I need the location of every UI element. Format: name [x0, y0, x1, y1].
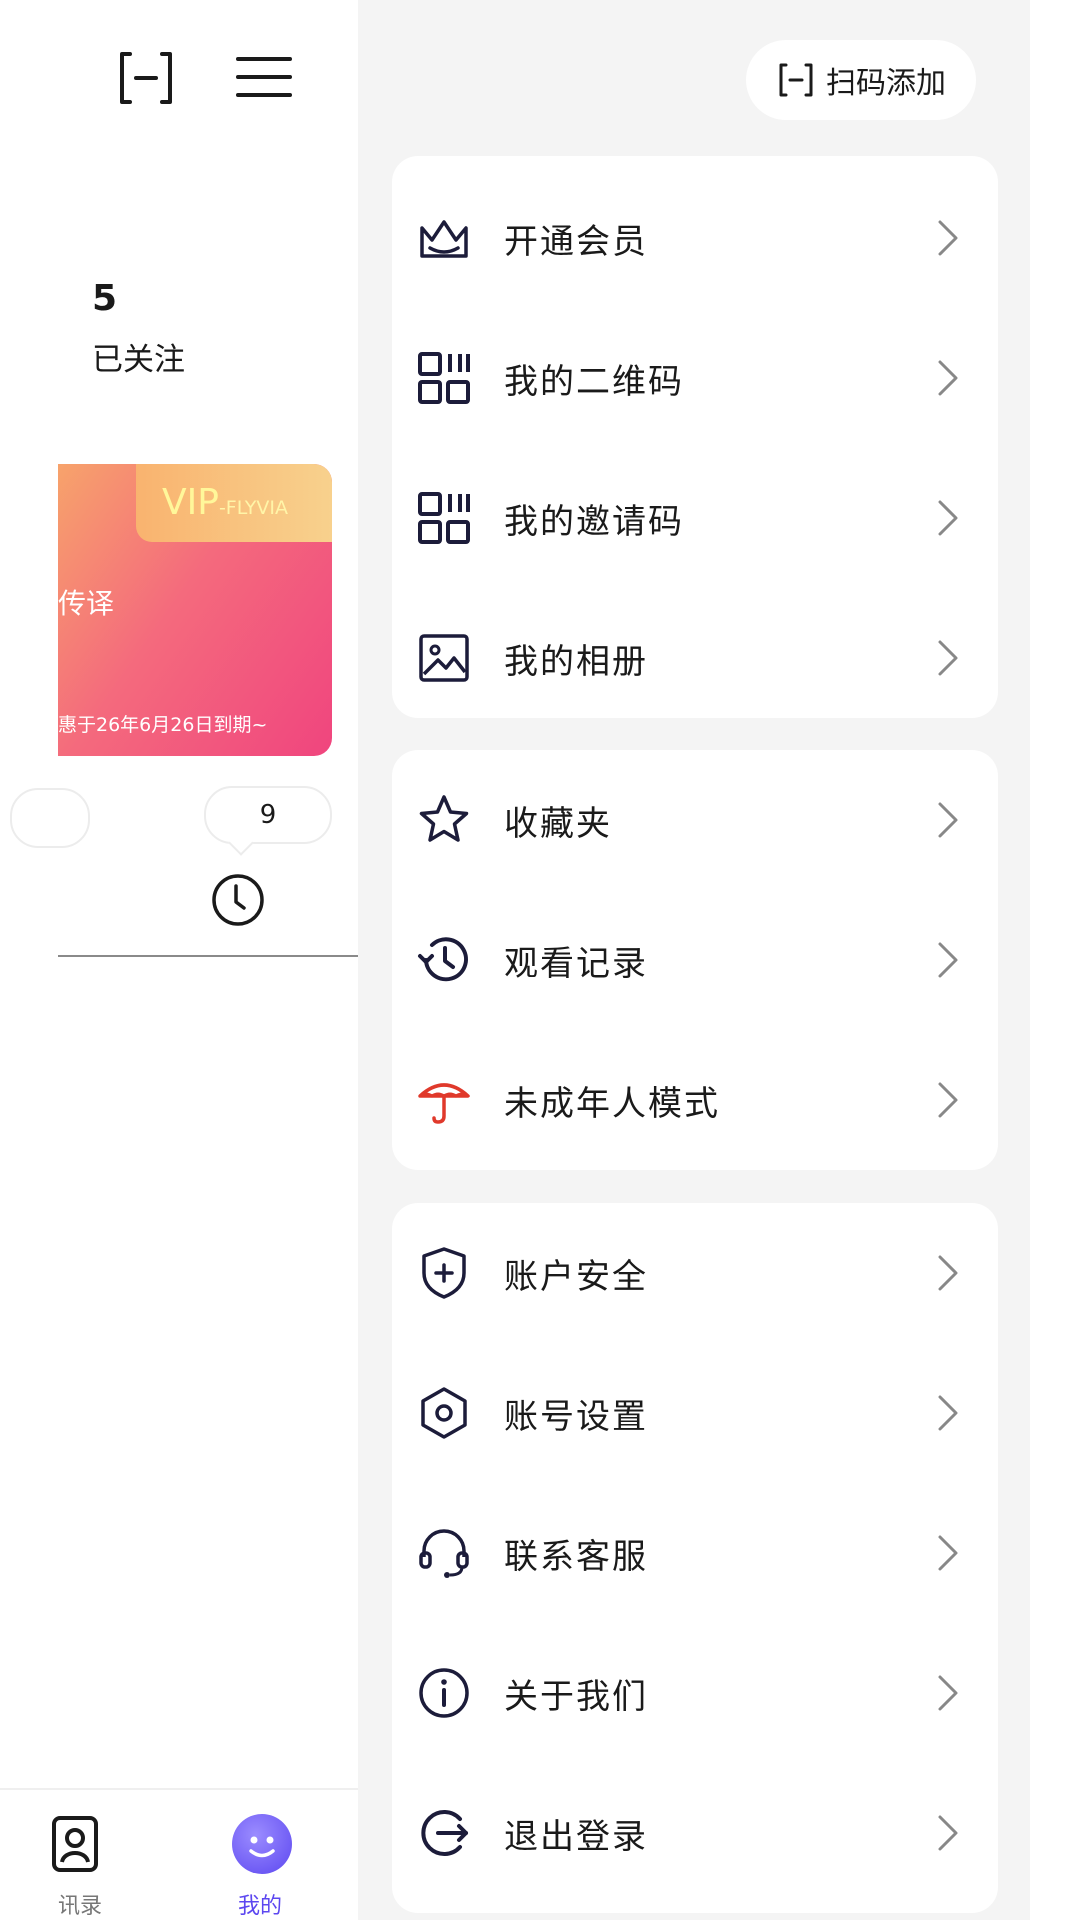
- following-count[interactable]: 5: [92, 278, 117, 319]
- drawer-edge: [1030, 0, 1080, 1920]
- menu-item-account-security[interactable]: 账户安全: [392, 1203, 998, 1343]
- menu-item-customer-service[interactable]: 联系客服: [392, 1483, 998, 1623]
- contacts-icon[interactable]: [48, 1814, 102, 1874]
- invite-code-icon: [418, 492, 470, 544]
- menu-item-label: 账户安全: [504, 1256, 648, 1297]
- chevron-right-icon: [938, 220, 958, 256]
- chevron-right-icon: [938, 802, 958, 838]
- clock-icon[interactable]: [210, 872, 266, 928]
- star-icon: [419, 795, 469, 842]
- scan-icon: [779, 63, 813, 97]
- settings-hex-icon: [421, 1387, 467, 1439]
- chevron-right-icon: [938, 640, 958, 676]
- menu-item-about-us[interactable]: 关于我们: [392, 1623, 998, 1763]
- menu-item-qrcode[interactable]: 我的二维码: [392, 308, 998, 448]
- umbrella-icon: [418, 1083, 470, 1124]
- history-count-bubble: 9: [204, 786, 332, 844]
- menu-item-invite-code[interactable]: 我的邀请码: [392, 448, 998, 588]
- following-label[interactable]: 已关注: [92, 334, 185, 379]
- menu-item-album[interactable]: 我的相册: [392, 588, 998, 728]
- scan-icon[interactable]: [116, 48, 176, 108]
- chevron-right-icon: [938, 1815, 958, 1851]
- crown-icon: [420, 220, 468, 258]
- divider: [58, 955, 358, 957]
- menu-item-label: 开通会员: [504, 221, 648, 262]
- logout-icon: [421, 1810, 468, 1856]
- menu-item-label: 观看记录: [504, 943, 648, 984]
- stat-pill[interactable]: [10, 788, 90, 848]
- chevron-right-icon: [938, 500, 958, 536]
- menu-item-label: 账号设置: [504, 1396, 648, 1437]
- menu-item-vip[interactable]: 开通会员: [392, 168, 998, 308]
- headset-icon: [419, 1529, 469, 1578]
- menu-item-label: 收藏夹: [504, 803, 612, 844]
- scan-add-label: 扫码添加: [826, 66, 946, 101]
- qrcode-icon: [418, 352, 470, 404]
- menu-item-account-settings[interactable]: 账号设置: [392, 1343, 998, 1483]
- menu-item-label: 我的相册: [504, 641, 648, 682]
- menu-item-label: 关于我们: [504, 1676, 648, 1717]
- menu-item-label: 我的二维码: [504, 361, 684, 402]
- menu-item-logout[interactable]: 退出登录: [392, 1763, 998, 1903]
- menu-item-label: 联系客服: [504, 1536, 648, 1577]
- chevron-right-icon: [938, 360, 958, 396]
- profile-page-background: 5 已关注 VIP-FLYVIA 传译 惠于26年6月26日到期~ 9 讯录 我…: [0, 0, 358, 1920]
- vip-card[interactable]: VIP-FLYVIA 传译 惠于26年6月26日到期~: [58, 464, 332, 756]
- history-icon: [418, 937, 468, 982]
- tab-me-icon[interactable]: [232, 1814, 292, 1874]
- tab-contacts-label[interactable]: 讯录: [58, 1888, 102, 1920]
- chevron-right-icon: [938, 1082, 958, 1118]
- chevron-right-icon: [938, 1255, 958, 1291]
- vip-badge: VIP-FLYVIA: [136, 464, 332, 542]
- chevron-right-icon: [938, 1535, 958, 1571]
- menu-item-label: 未成年人模式: [504, 1083, 720, 1124]
- info-icon: [419, 1668, 469, 1718]
- menu-item-label: 退出登录: [504, 1816, 648, 1857]
- chevron-right-icon: [938, 942, 958, 978]
- menu-group-2: 收藏夹 观看记录 未成年人模式: [392, 750, 998, 1170]
- album-icon: [419, 634, 469, 682]
- chevron-right-icon: [938, 1675, 958, 1711]
- vip-expire-text: 惠于26年6月26日到期~: [58, 714, 268, 736]
- vip-title: 传译: [58, 587, 115, 620]
- tab-me-label[interactable]: 我的: [238, 1888, 282, 1920]
- menu-item-favorites[interactable]: 收藏夹: [392, 750, 998, 890]
- menu-icon[interactable]: [236, 55, 292, 99]
- menu-item-label: 我的邀请码: [504, 501, 684, 542]
- shield-icon: [422, 1247, 466, 1299]
- menu-item-watch-history[interactable]: 观看记录: [392, 890, 998, 1030]
- menu-group-3: 账户安全 账号设置 联系客服 关于我们 退出登录: [392, 1203, 998, 1913]
- chevron-right-icon: [938, 1395, 958, 1431]
- menu-group-1: 开通会员 我的二维码 我的邀请码 我的相册: [392, 156, 998, 718]
- menu-item-minor-mode[interactable]: 未成年人模式: [392, 1030, 998, 1170]
- scan-add-button[interactable]: 扫码添加: [746, 40, 976, 120]
- vip-badge-sub: -FLYVIA: [218, 497, 289, 519]
- vip-badge-main: VIP: [162, 482, 219, 523]
